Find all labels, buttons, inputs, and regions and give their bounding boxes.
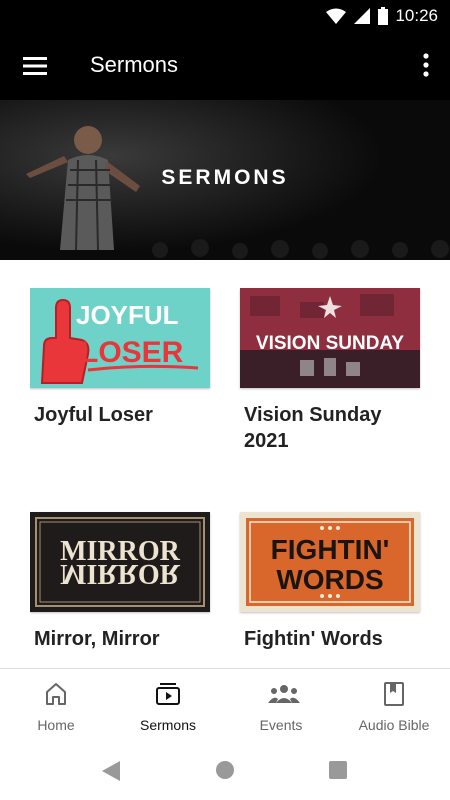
sermon-grid: JOYFUL LOSER Joyful Loser VISION SUNDAY: [30, 288, 422, 668]
svg-text:MIRROR: MIRROR: [60, 558, 181, 589]
nav-item-home[interactable]: Home: [0, 681, 112, 733]
svg-text:LOSER: LOSER: [80, 336, 184, 369]
sermon-title: Mirror, Mirror: [34, 628, 160, 650]
cell-signal-icon: [354, 8, 370, 24]
svg-text:JOYFUL: JOYFUL: [76, 300, 179, 330]
sermon-title: Fightin' Words: [244, 628, 383, 650]
sermon-title: Vision Sunday 2021: [244, 404, 382, 452]
group-icon: [268, 681, 300, 707]
sermon-card-fightin-words[interactable]: FIGHTIN' WORDS Fightin' Words: [240, 512, 422, 652]
app-bar: Sermons: [0, 32, 450, 100]
nav-label: Audio Bible: [358, 717, 430, 733]
clock: 10:26: [395, 6, 438, 25]
system-navigation-bar: [0, 744, 450, 800]
sermons-banner: SERMONS: [0, 100, 450, 260]
page-title: Sermons: [90, 52, 179, 77]
sermon-title: Joyful Loser: [34, 404, 153, 426]
sermon-card-vision-sunday[interactable]: VISION SUNDAY Vision Sunday 2021: [240, 288, 422, 454]
back-icon[interactable]: [100, 760, 122, 782]
svg-text:WORDS: WORDS: [276, 564, 383, 595]
recents-icon[interactable]: [328, 760, 348, 780]
svg-text:FIGHTIN': FIGHTIN': [271, 534, 390, 565]
sermon-card-joyful-loser[interactable]: JOYFUL LOSER Joyful Loser: [30, 288, 212, 428]
battery-icon: [378, 7, 388, 25]
book-icon: [381, 681, 407, 707]
menu-icon[interactable]: [20, 52, 50, 80]
status-bar: 10:26: [0, 0, 450, 32]
sermon-thumbnail: JOYFUL LOSER: [30, 288, 210, 388]
status-icons: [326, 7, 388, 25]
nav-item-audio-bible[interactable]: Audio Bible: [338, 681, 450, 733]
sermon-card-mirror-mirror[interactable]: MIRROR MIRROR Mirror, Mirror: [30, 512, 212, 652]
sermon-thumbnail: VISION SUNDAY: [240, 288, 420, 388]
sermon-thumbnail: MIRROR MIRROR: [30, 512, 210, 612]
home-button-icon[interactable]: [215, 760, 235, 780]
video-library-icon: [155, 681, 181, 707]
svg-text:VISION SUNDAY: VISION SUNDAY: [256, 333, 404, 354]
more-options-icon[interactable]: [416, 50, 436, 80]
sermon-thumbnail: FIGHTIN' WORDS: [240, 512, 420, 612]
nav-label: Events: [259, 717, 303, 733]
nav-item-sermons[interactable]: Sermons: [112, 681, 224, 733]
nav-item-events[interactable]: Events: [225, 681, 337, 733]
wifi-icon: [326, 8, 346, 24]
nav-label: Home: [37, 717, 75, 733]
home-icon: [43, 681, 69, 707]
bottom-navigation: Home Sermons Events Audio Bible: [0, 668, 450, 744]
banner-title: SERMONS: [161, 166, 289, 189]
nav-label: Sermons: [139, 717, 197, 733]
